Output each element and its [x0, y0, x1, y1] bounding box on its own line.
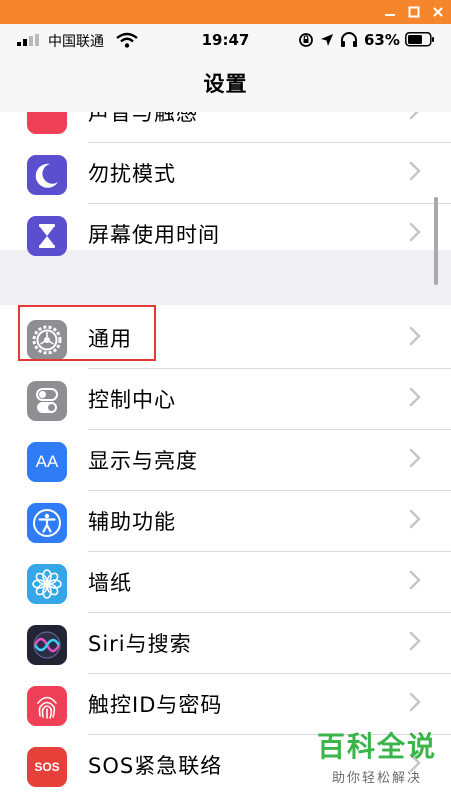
settings-item-screen-time[interactable]: 屏幕使用时间: [0, 204, 451, 265]
chevron-right-icon: [409, 631, 421, 655]
settings-group-top: 声音与触感 勿扰模式 屏幕使用时间: [0, 112, 451, 256]
settings-item-label: 墙纸: [88, 571, 132, 595]
status-bar: 中国联通 19:47 63%: [0, 24, 451, 56]
watermark-subtitle: 助你轻松解决: [331, 771, 422, 786]
watermark-title: 百科全说: [316, 730, 437, 763]
settings-item-label: 控制中心: [88, 388, 176, 412]
fingerprint-icon: [27, 686, 67, 726]
settings-item-control-center[interactable]: 控制中心: [0, 369, 451, 430]
close-icon[interactable]: [430, 4, 446, 20]
maximize-icon[interactable]: [406, 4, 422, 20]
chevron-right-icon: [409, 112, 421, 124]
accessibility-icon: [27, 503, 67, 543]
flower-icon: [27, 564, 67, 604]
hourglass-icon: [27, 216, 67, 256]
battery-percentage: 63%: [364, 31, 400, 49]
sound-icon: [27, 112, 67, 134]
watermark: 百科全说 助你轻松解决: [317, 725, 437, 786]
navigation-bar: 设置: [0, 56, 451, 112]
chevron-right-icon: [409, 509, 421, 533]
settings-item-accessibility[interactable]: 辅助功能: [0, 491, 451, 552]
settings-item-siri[interactable]: Siri与搜索: [0, 613, 451, 674]
headphones-icon: [340, 32, 358, 52]
settings-item-label: Siri与搜索: [88, 632, 192, 656]
settings-item-label: SOS紧急联络: [88, 754, 223, 778]
settings-item-wallpaper[interactable]: 墙纸: [0, 552, 451, 613]
chevron-right-icon: [409, 448, 421, 472]
chevron-right-icon: [409, 387, 421, 411]
chevron-right-icon: [409, 222, 421, 246]
highlight-box: [18, 305, 156, 361]
settings-item-label: 屏幕使用时间: [88, 223, 220, 247]
siri-icon: [27, 625, 67, 665]
settings-item-do-not-disturb[interactable]: 勿扰模式: [0, 143, 451, 204]
rotation-lock-icon: [298, 32, 314, 52]
settings-list[interactable]: 声音与触感 勿扰模式 屏幕使用时间 通用 控制中心 AA 显示与亮度 辅助功能 …: [0, 112, 451, 800]
page-title: 设置: [203, 72, 248, 96]
battery-icon: [405, 32, 435, 51]
settings-item-label: 声音与触感: [88, 112, 198, 125]
chevron-right-icon: [409, 692, 421, 716]
settings-item-label: 辅助功能: [88, 510, 176, 534]
settings-item-label: 触控ID与密码: [88, 693, 223, 717]
moon-icon: [27, 155, 67, 195]
minimize-icon[interactable]: [382, 4, 398, 20]
settings-item-display[interactable]: AA 显示与亮度: [0, 430, 451, 491]
aa-icon: AA: [27, 442, 67, 482]
scroll-indicator[interactable]: [434, 197, 438, 285]
switches-icon: [27, 381, 67, 421]
sos-icon: SOS: [27, 747, 67, 787]
settings-item-label: 显示与亮度: [88, 449, 198, 473]
settings-item-sounds[interactable]: 声音与触感: [0, 112, 451, 143]
chevron-right-icon: [409, 161, 421, 185]
settings-item-label: 勿扰模式: [88, 162, 176, 186]
chevron-right-icon: [409, 570, 421, 594]
window-titlebar: [0, 0, 451, 24]
chevron-right-icon: [409, 326, 421, 350]
location-icon: [320, 33, 334, 51]
